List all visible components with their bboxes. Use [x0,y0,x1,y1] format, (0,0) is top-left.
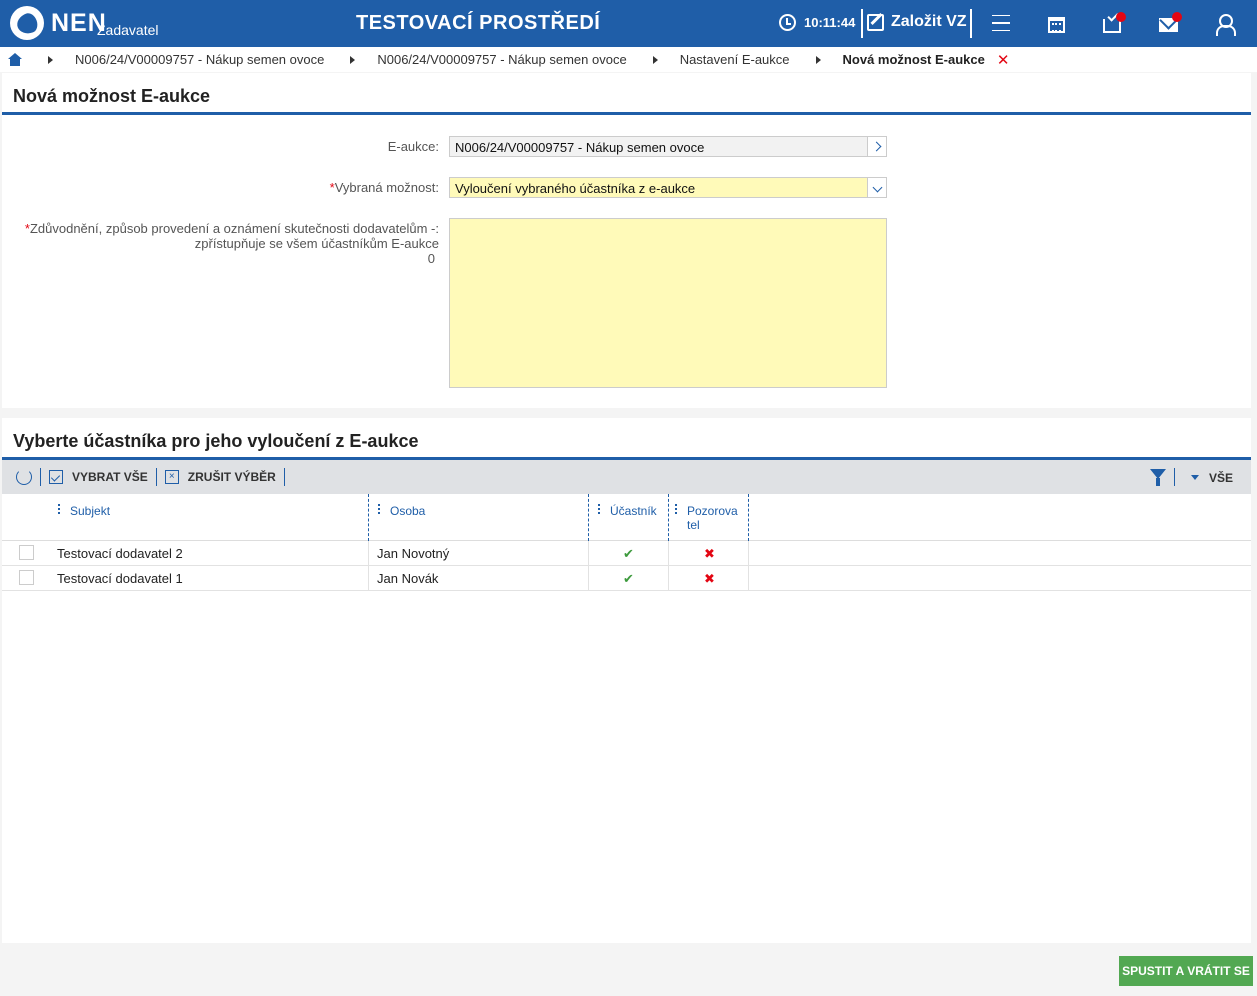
notification-badge [1116,12,1126,22]
breadcrumb-arrow-icon [350,55,356,64]
cell-subject: Testovací dodavatel 2 [57,546,183,561]
create-vz-button[interactable]: Založit VZ [867,13,967,31]
row-checkbox[interactable] [19,570,34,585]
breadcrumb-arrow-icon [48,55,53,64]
create-vz-label: Založit VZ [891,13,967,30]
option-dropdown-button[interactable] [867,178,886,197]
divider [970,9,972,38]
toolbar-divider [1174,468,1175,486]
edit-icon [867,13,884,31]
session-clock: 10:11:44 [779,14,855,31]
cell-subject: Testovací dodavatel 1 [57,571,183,586]
reason-char-count: 0 [427,251,435,266]
breadcrumb-item[interactable]: Nastavení E-aukce [680,52,790,67]
form-panel: Nová možnost E-aukce E-aukce: N006/24/V0… [2,73,1251,408]
chevron-right-icon [871,141,881,152]
toolbar-divider [283,468,285,486]
toolbar-divider [155,468,157,486]
filter-selector[interactable]: VŠE [1209,471,1233,485]
select-all-button[interactable]: VYBRAT VŠE [49,470,148,484]
start-and-return-button[interactable]: SPUSTIT A VRÁTIT SE [1119,956,1253,986]
inbox-icon[interactable] [1101,12,1126,34]
eaukce-field: N006/24/V00009757 - Nákup semen ovoce [449,136,887,157]
divider [861,9,863,38]
participants-table: Subjekt Osoba Účastník Pozorova tel Testo… [2,494,1251,591]
nen-logo[interactable]: NEN [10,6,107,42]
nen-logo-icon [10,6,44,40]
column-divider [668,494,669,541]
close-tab-icon[interactable]: ✕ [997,51,1010,69]
reason-label: *Zdůvodnění, způsob provedení a oznámení… [12,221,439,266]
participant-check-icon: ✔ [623,546,634,561]
filter-icon[interactable] [1150,469,1166,486]
observer-cross-icon: ✖ [704,546,715,561]
notification-badge [1172,12,1182,22]
clear-selection-button[interactable]: × ZRUŠIT VÝBĚR [164,470,276,484]
user-icon[interactable] [1213,12,1236,36]
column-divider [368,494,369,541]
select-all-icon [49,470,63,484]
participants-panel: Vyberte účastníka pro jeho vyloučení z E… [2,418,1251,943]
clear-selection-icon: × [164,470,179,484]
breadcrumb-arrow-icon [652,55,658,64]
column-divider [588,494,589,541]
calendar-icon[interactable] [1045,12,1067,34]
row-checkbox[interactable] [19,545,34,560]
breadcrumb: N006/24/V00009757 - Nákup semen ovoce N0… [0,47,1257,72]
table-row[interactable]: Testovací dodavatel 1 Jan Novák ✔ ✖ [2,566,1251,591]
clock-icon [779,14,796,31]
option-value: Vyloučení vybraného účastníka z e-aukce [455,181,696,196]
column-menu-icon [378,504,381,516]
chevron-down-icon [872,182,882,193]
home-icon[interactable] [8,53,22,66]
participant-check-icon: ✔ [623,571,634,586]
breadcrumb-item[interactable]: N006/24/V00009757 - Nákup semen ovoce [377,52,626,67]
column-menu-icon [598,504,601,516]
breadcrumb-current: Nová možnost E-aukce [842,52,985,67]
column-header-participant[interactable]: Účastník [598,494,657,541]
reason-textarea[interactable] [449,218,887,388]
grid-toolbar: VYBRAT VŠE × ZRUŠIT VÝBĚR VŠE [2,460,1251,494]
table-header: Subjekt Osoba Účastník Pozorova tel [2,494,1251,541]
column-header-observer[interactable]: Pozorova tel [675,494,745,541]
observer-cross-icon: ✖ [704,571,715,586]
brand-role: Zadavatel [97,22,159,38]
open-eaukce-button[interactable] [867,137,886,156]
column-header-subject[interactable]: Subjekt [58,494,110,541]
column-header-person[interactable]: Osoba [378,494,425,541]
eaukce-label: E-aukce: [387,139,439,154]
option-label: *Vybraná možnost: [329,180,439,195]
eaukce-value: N006/24/V00009757 - Nákup semen ovoce [455,140,705,155]
top-bar: NEN Zadavatel TESTOVACÍ PROSTŘEDÍ 10:11:… [0,0,1257,47]
cell-person: Jan Novák [377,571,439,586]
environment-title: TESTOVACÍ PROSTŘEDÍ [356,12,601,34]
toolbar-divider [40,468,41,486]
breadcrumb-item[interactable]: N006/24/V00009757 - Nákup semen ovoce [75,52,324,67]
session-time: 10:11:44 [804,15,856,30]
option-select[interactable]: Vyloučení vybraného účastníka z e-aukce [449,177,887,198]
menu-icon[interactable] [990,12,1012,34]
page-title: Nová možnost E-aukce [2,73,1251,115]
cell-person: Jan Novotný [377,546,450,561]
column-menu-icon [58,504,61,516]
dropdown-arrow-icon[interactable] [1191,475,1199,480]
table-row[interactable]: Testovací dodavatel 2 Jan Novotný ✔ ✖ [2,541,1251,566]
refresh-icon[interactable] [16,469,32,485]
column-divider [748,494,749,541]
section-title: Vyberte účastníka pro jeho vyloučení z E… [2,418,1251,460]
breadcrumb-arrow-icon [815,55,821,64]
mail-icon[interactable] [1157,12,1182,34]
column-menu-icon [675,504,678,516]
